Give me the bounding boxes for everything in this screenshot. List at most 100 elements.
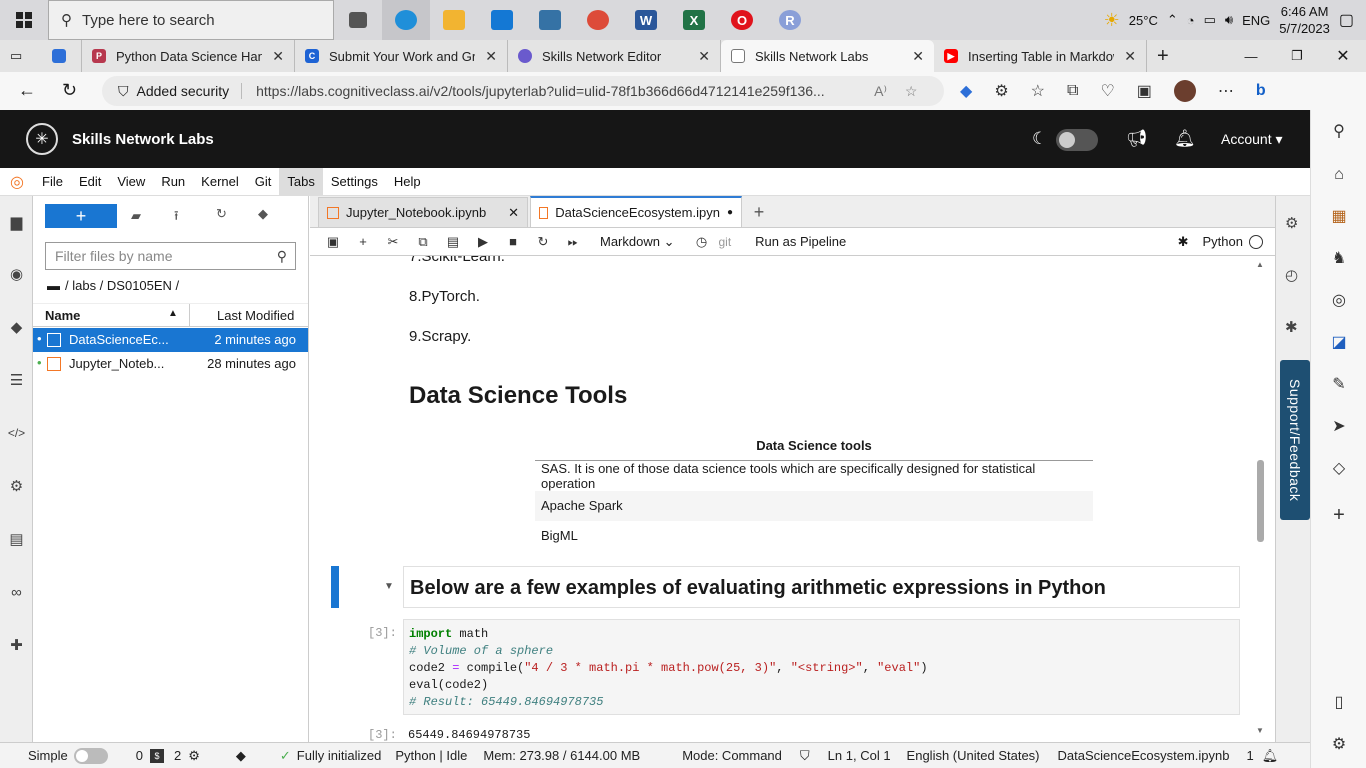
extension-gem-icon[interactable]: ◆ xyxy=(960,81,972,101)
favorites-icon[interactable]: ☆ xyxy=(1031,81,1045,101)
menu-file[interactable]: File xyxy=(34,168,71,196)
cell-type-select[interactable]: Markdown ⌄ xyxy=(600,234,674,250)
close-icon[interactable]: ✕ xyxy=(485,48,497,65)
run-icon[interactable]: ▶ xyxy=(468,234,498,250)
simple-mode-toggle[interactable] xyxy=(73,747,108,764)
drop-icon[interactable]: ◇ xyxy=(1329,459,1349,479)
unsaved-dot-icon[interactable]: ● xyxy=(727,207,733,218)
browser-tab-youtube[interactable]: ▶ Inserting Table in Markdown ✕ xyxy=(934,40,1147,72)
trusted-icon[interactable]: ⛉ xyxy=(800,748,810,764)
scrollbar-thumb[interactable] xyxy=(1257,460,1264,542)
notification-count[interactable]: 1 xyxy=(1246,748,1253,763)
git-clone-icon[interactable]: ◆ xyxy=(258,206,268,222)
close-icon[interactable]: ✕ xyxy=(1124,48,1136,65)
new-launcher-button[interactable]: + xyxy=(45,204,117,228)
git-icon[interactable]: ◆ xyxy=(6,317,27,338)
browser-tab-python-ds[interactable]: P Python Data Science Handb ✕ xyxy=(82,40,295,72)
file-row[interactable]: • Jupyter_Noteb... 28 minutes ago xyxy=(33,352,308,376)
close-icon[interactable]: ✕ xyxy=(508,205,519,221)
wifi-icon[interactable]: ◔ xyxy=(1187,13,1195,28)
read-aloud-icon[interactable]: A⁾ xyxy=(874,83,887,100)
restore-icon[interactable]: ❐ xyxy=(1274,48,1320,64)
bing-icon[interactable]: b xyxy=(1256,82,1266,100)
folder-icon[interactable]: ▆ xyxy=(6,212,27,233)
add-cell-icon[interactable]: + xyxy=(348,234,378,249)
task-view-icon[interactable] xyxy=(334,0,382,40)
browser-tab-sn-editor[interactable]: Skills Network Editor ✕ xyxy=(508,40,721,72)
toc-icon[interactable]: ☰ xyxy=(6,370,27,391)
r-app-icon[interactable]: R xyxy=(766,0,814,40)
sort-caret-icon[interactable]: ▲ xyxy=(168,308,178,319)
filter-input[interactable]: Filter files by name ⚲ xyxy=(45,242,296,270)
tag-icon[interactable]: ⌂ xyxy=(1329,165,1349,185)
property-inspector-icon[interactable]: ⚙ xyxy=(6,476,27,497)
fast-forward-icon[interactable]: ⏩︎ xyxy=(558,234,588,250)
profile-avatar[interactable] xyxy=(1173,80,1196,102)
back-arrow-icon[interactable]: ← xyxy=(18,80,36,101)
search-icon[interactable]: ⚲ xyxy=(1329,122,1349,142)
upload-icon[interactable]: ⭱ xyxy=(174,207,179,229)
office-icon[interactable]: ◎ xyxy=(1329,291,1349,311)
save-icon[interactable]: ▣ xyxy=(318,234,348,250)
property-gears-icon[interactable]: ⚙ xyxy=(1285,214,1298,232)
refresh-icon[interactable]: ↻ xyxy=(62,80,77,101)
new-tab-button[interactable]: + xyxy=(744,197,774,227)
paste-icon[interactable]: ▤ xyxy=(438,234,468,250)
tools-icon[interactable]: ✎ xyxy=(1329,375,1349,395)
init-status[interactable]: Fully initialized xyxy=(297,748,382,763)
more-options-icon[interactable]: ⋯ xyxy=(1218,81,1234,101)
url-field[interactable]: ⛉ Added security https://labs.cognitivec… xyxy=(102,76,944,106)
markdown-cell[interactable]: Below are a few examples of evaluating a… xyxy=(403,566,1240,608)
close-icon[interactable]: ✕ xyxy=(272,48,284,65)
url-text[interactable]: https://labs.cognitiveclass.ai/v2/tools/… xyxy=(256,83,856,99)
language-indicator[interactable]: ENG xyxy=(1242,13,1270,28)
folder-icon[interactable]: ▬ xyxy=(47,278,60,293)
commands-icon[interactable]: ▤ xyxy=(6,529,27,550)
close-icon[interactable]: ✕ xyxy=(912,48,924,65)
menu-kernel[interactable]: Kernel xyxy=(193,168,247,196)
git-label[interactable]: git xyxy=(718,235,731,249)
chrome-icon[interactable] xyxy=(574,0,622,40)
games-icon[interactable]: ♞ xyxy=(1329,249,1349,269)
chevron-up-icon[interactable]: ⌃ xyxy=(1167,12,1178,28)
restart-icon[interactable]: ↻ xyxy=(528,234,558,250)
components-icon[interactable]: ∞ xyxy=(6,582,27,603)
gauge-icon[interactable]: ◴ xyxy=(1285,266,1298,284)
stop-icon[interactable]: ■ xyxy=(498,234,528,249)
workspace-icon[interactable] xyxy=(42,40,82,72)
briefcase-icon[interactable]: ▦ xyxy=(1329,207,1349,227)
copy-icon[interactable]: ⧉ xyxy=(408,234,438,250)
security-label[interactable]: Added security xyxy=(137,83,243,99)
menu-help[interactable]: Help xyxy=(386,168,429,196)
settings-icon[interactable]: ⚙ xyxy=(1329,735,1349,755)
bell-icon[interactable]: 🔔︎ xyxy=(1262,748,1279,764)
moon-icon[interactable]: ☾ xyxy=(1032,129,1047,149)
collections-icon[interactable]: ⧉ xyxy=(1067,82,1078,100)
excel-icon[interactable]: X xyxy=(670,0,718,40)
cursor-position[interactable]: Ln 1, Col 1 xyxy=(828,748,891,763)
git-branch-icon[interactable]: ◆ xyxy=(236,748,246,764)
close-window-icon[interactable]: ✕ xyxy=(1320,46,1366,66)
account-menu[interactable]: Account ▾ xyxy=(1221,131,1283,148)
taskbar-search[interactable]: ⚲ Type here to search xyxy=(48,0,334,40)
extensions-icon[interactable]: ⚙ xyxy=(994,81,1008,101)
simple-mode-label[interactable]: Simple xyxy=(28,748,68,763)
tab-datascienceecosystem[interactable]: DataScienceEcosystem.ipyn ● xyxy=(530,196,742,227)
tab-jupyter-notebook[interactable]: Jupyter_Notebook.ipynb ✕ xyxy=(318,197,528,227)
menu-settings[interactable]: Settings xyxy=(323,168,386,196)
windows-start-icon[interactable] xyxy=(0,0,48,40)
word-icon[interactable]: W xyxy=(622,0,670,40)
weather-icon[interactable]: ☀ xyxy=(1104,10,1120,31)
new-folder-icon[interactable]: ▰ xyxy=(131,208,141,224)
kernel-status[interactable]: Python | Idle xyxy=(395,748,467,763)
browser-tab-submit[interactable]: C Submit Your Work and Grad ✕ xyxy=(295,40,508,72)
new-tab-button[interactable]: + xyxy=(1147,40,1187,72)
favorite-add-icon[interactable]: ☆ xyxy=(905,83,918,100)
close-icon[interactable]: ✕ xyxy=(698,48,710,65)
terminal-icon[interactable]: $ xyxy=(149,748,164,763)
weather-temp[interactable]: 25°C xyxy=(1129,13,1158,28)
cut-icon[interactable]: ✂ xyxy=(378,234,408,250)
debugger-icon[interactable]: ✱ xyxy=(1285,318,1298,336)
kernel-gear-icon[interactable]: ⚙ xyxy=(188,748,200,764)
brand-title[interactable]: Skills Network Labs xyxy=(72,131,214,148)
